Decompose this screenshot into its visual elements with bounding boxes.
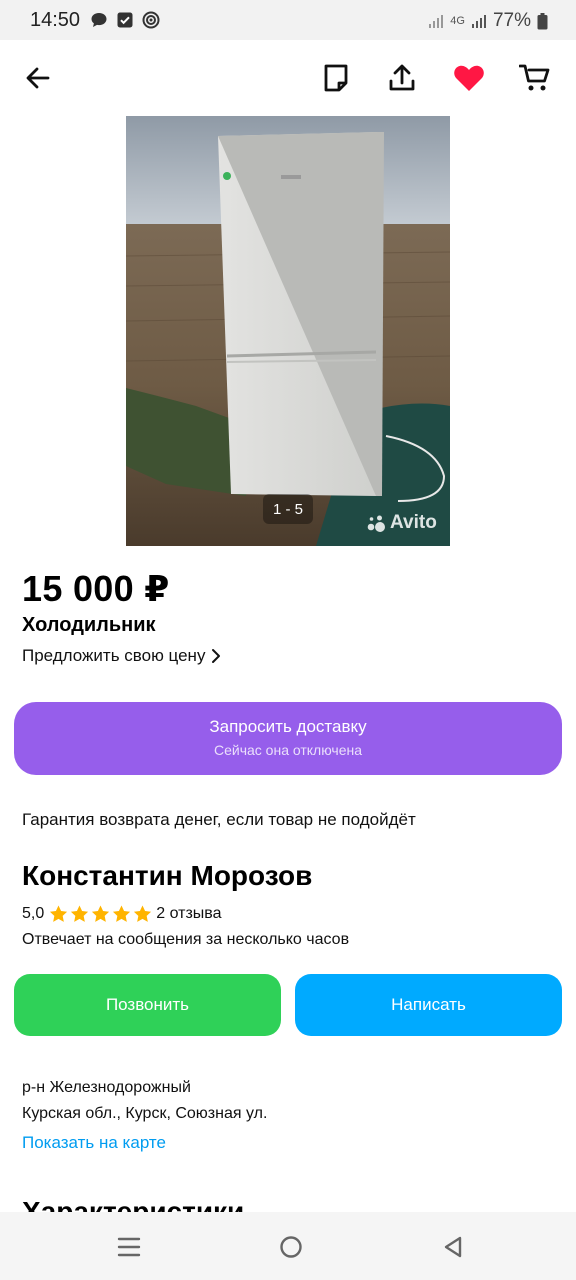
note-icon	[324, 64, 348, 92]
message-button-label: Написать	[391, 995, 466, 1014]
back-button[interactable]	[18, 58, 58, 98]
delivery-status-text: Сейчас она отключена	[213, 742, 362, 758]
status-time: 14:50	[30, 9, 81, 31]
section-title: Характеристики	[22, 1196, 245, 1212]
recent-apps-icon	[117, 1237, 141, 1257]
star-icon	[71, 905, 89, 922]
battery-percent: 77%	[492, 10, 531, 31]
photo-gallery[interactable]: 1 - 5 Avito	[0, 116, 576, 546]
location-address: Курская обл., Курск, Союзная ул.	[22, 1105, 268, 1122]
reviews-count: 2 отзыва	[156, 905, 222, 922]
characteristics-section: Характеристики	[0, 1190, 576, 1212]
request-delivery-button[interactable]: Запросить доставку Сейчас она отключена	[14, 702, 562, 775]
location-district: р-н Железнодорожный	[22, 1079, 191, 1096]
call-button-label: Позвонить	[105, 995, 190, 1014]
recent-apps-button[interactable]	[114, 1232, 144, 1262]
listing-photo[interactable]	[126, 116, 450, 546]
listing-title: Холодильник	[22, 614, 156, 636]
money-back-guarantee: Гарантия возврата денег, если товар не п…	[22, 810, 416, 829]
system-nav-bar	[0, 1212, 576, 1280]
message-button[interactable]: Написать	[295, 974, 562, 1036]
target-icon	[142, 11, 160, 29]
system-back-button[interactable]	[438, 1232, 468, 1262]
battery-icon	[537, 12, 548, 29]
star-icon	[113, 905, 131, 922]
avito-logo-icon	[367, 515, 385, 532]
star-icon	[50, 905, 68, 922]
star-icon	[92, 905, 110, 922]
rating-stars	[48, 904, 153, 924]
share-icon	[389, 64, 415, 91]
rating-value: 5,0	[22, 905, 45, 922]
signal-icon	[429, 15, 444, 28]
refrigerator-photo	[126, 116, 450, 546]
call-button[interactable]: Позвонить	[14, 974, 281, 1036]
cart-icon	[519, 64, 550, 91]
back-arrow-icon	[26, 67, 50, 89]
home-icon	[280, 1236, 302, 1258]
seller-rating[interactable]: 5,0 2 отзыва	[22, 904, 222, 924]
seller-reply-time: Отвечает на сообщения за несколько часов	[22, 931, 350, 948]
chat-bubble-icon	[91, 13, 107, 27]
note-button[interactable]	[316, 58, 356, 98]
cart-button[interactable]	[515, 58, 555, 98]
heart-icon	[454, 65, 484, 91]
offer-price-link[interactable]: Предложить свою цену	[22, 646, 221, 666]
star-icon	[134, 905, 152, 922]
network-type: 4G	[450, 14, 465, 27]
favorite-button[interactable]	[449, 58, 489, 98]
share-button[interactable]	[382, 58, 422, 98]
home-button[interactable]	[276, 1232, 306, 1262]
listing-price: 15 000 ₽	[22, 568, 170, 609]
back-icon	[444, 1236, 462, 1258]
avito-watermark: Avito	[366, 512, 437, 534]
checkbox-icon	[117, 12, 133, 28]
photo-counter: 1 - 5	[263, 494, 313, 524]
show-on-map-link[interactable]: Показать на карте	[22, 1133, 166, 1153]
chevron-right-icon	[212, 649, 221, 663]
watermark-text: Avito	[390, 512, 437, 533]
top-app-bar	[0, 40, 576, 116]
offer-price-label: Предложить свою цену	[22, 646, 206, 665]
request-delivery-label: Запросить доставку	[209, 717, 367, 736]
signal-icon	[471, 15, 486, 28]
status-bar: 14:50 4G 77%	[0, 0, 576, 40]
seller-name[interactable]: Константин Морозов	[22, 860, 312, 892]
